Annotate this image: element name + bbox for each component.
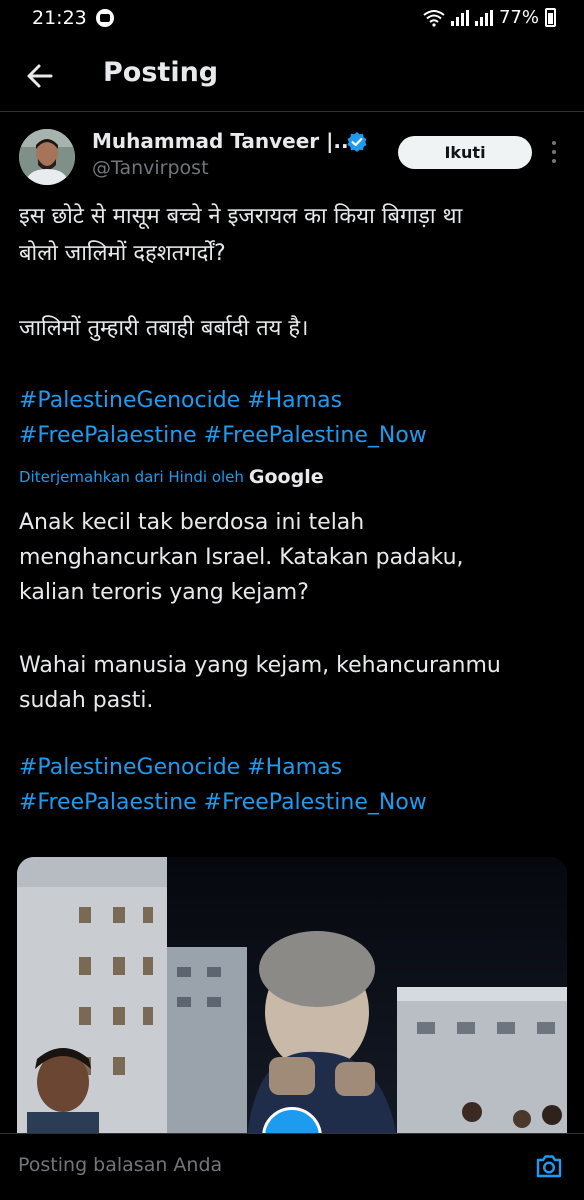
top-bar: Posting bbox=[0, 44, 584, 108]
video-thumbnail bbox=[17, 857, 567, 1137]
post-video[interactable] bbox=[17, 857, 567, 1137]
camera-icon bbox=[536, 1155, 562, 1178]
translation-label: Diterjemahkan dari Hindi oleh bbox=[19, 468, 244, 486]
translated-text-line: sudah pasti. bbox=[19, 688, 154, 713]
follow-button[interactable]: Ikuti bbox=[398, 136, 532, 169]
reply-bar[interactable]: Posting balasan Anda bbox=[0, 1133, 584, 1200]
status-indicators: 77% bbox=[423, 7, 556, 28]
avatar-image bbox=[19, 129, 75, 185]
more-options-icon[interactable] bbox=[547, 138, 561, 166]
battery-icon bbox=[545, 8, 556, 27]
verified-badge-icon bbox=[347, 132, 367, 152]
hashtag-line[interactable]: #PalestineGenocide #Hamas bbox=[19, 750, 342, 785]
status-bar: 21:23 77% bbox=[0, 0, 584, 40]
signal-icon bbox=[450, 9, 469, 26]
author-handle[interactable]: @Tanvirpost bbox=[92, 157, 209, 179]
header-divider bbox=[0, 111, 584, 112]
translated-text-line: Wahai manusia yang kejam, kehancuranmu bbox=[19, 653, 501, 678]
notification-icon bbox=[96, 9, 114, 27]
post-text-line: जालिमों तुम्हारी तबाही बर्बादी तय है। bbox=[19, 316, 309, 341]
translated-text-line: Anak kecil tak berdosa ini telah bbox=[19, 510, 365, 535]
translation-note[interactable]: Diterjemahkan dari Hindi oleh Google bbox=[19, 466, 324, 488]
status-time: 21:23 bbox=[32, 7, 87, 29]
hashtag-line[interactable]: #FreePalaestine #FreePalestine_Now bbox=[19, 418, 427, 453]
page-title: Posting bbox=[103, 57, 219, 88]
avatar[interactable] bbox=[19, 129, 75, 185]
post-text-line: बोलो जालिमों दहशतगर्दों? bbox=[19, 241, 226, 266]
battery-percent: 77% bbox=[498, 7, 539, 28]
reply-input[interactable]: Posting balasan Anda bbox=[18, 1154, 222, 1176]
back-button[interactable] bbox=[22, 58, 58, 94]
google-logo: Google bbox=[248, 466, 324, 488]
author-name[interactable]: Muhammad Tanveer |... bbox=[92, 129, 356, 153]
signal-icon-2 bbox=[474, 9, 493, 26]
hashtag-line[interactable]: #PalestineGenocide #Hamas bbox=[19, 383, 342, 418]
hashtag-line[interactable]: #FreePalaestine #FreePalestine_Now bbox=[19, 785, 427, 820]
translated-text-line: menghancurkan Israel. Katakan padaku, bbox=[19, 545, 464, 570]
post-text-line: इस छोटे से मासूम बच्चे ने इजरायल का किया… bbox=[19, 204, 463, 229]
camera-button[interactable] bbox=[534, 1151, 564, 1181]
back-arrow-icon bbox=[27, 64, 53, 88]
translated-text-line: kalian teroris yang kejam? bbox=[19, 580, 309, 605]
wifi-icon bbox=[423, 9, 445, 27]
